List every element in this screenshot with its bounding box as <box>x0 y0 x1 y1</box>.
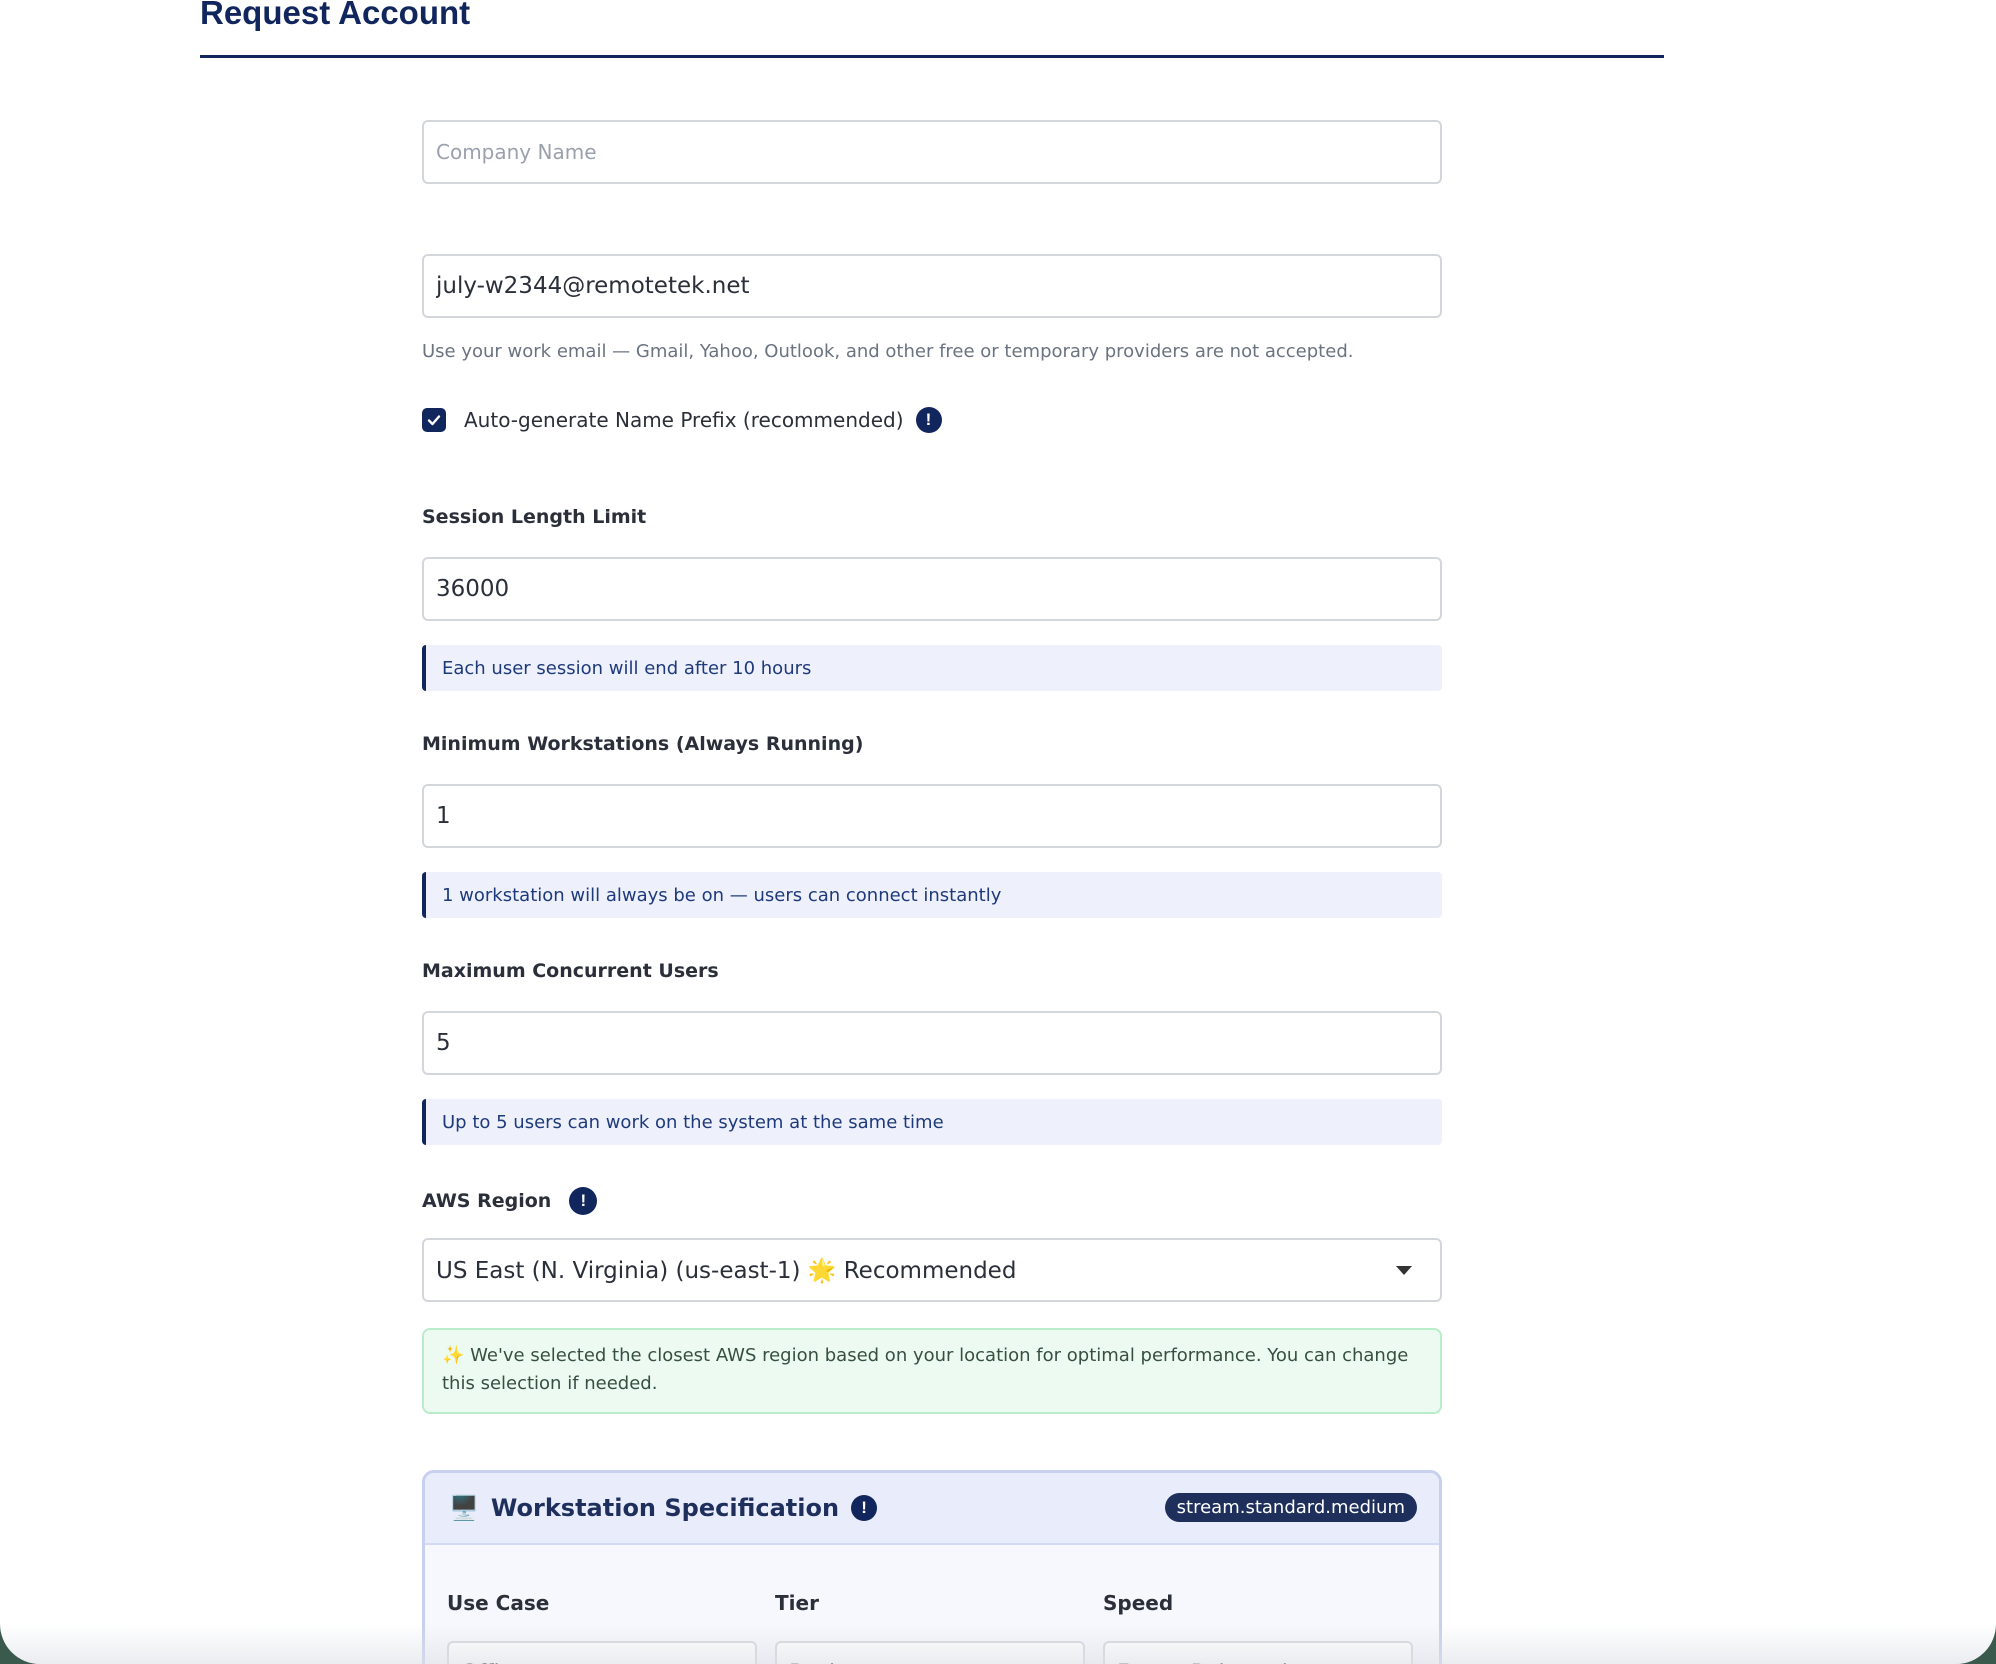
auto-prefix-label: Auto-generate Name Prefix (recommended) <box>464 408 904 432</box>
min-workstations-input[interactable] <box>422 784 1442 848</box>
use-case-label: Use Case <box>447 1591 550 1615</box>
chevron-down-icon <box>1396 1265 1412 1275</box>
use-case-select[interactable]: Office <box>447 1641 757 1664</box>
checkmark-icon <box>427 415 441 426</box>
browser-window: Request Account Use your work email — Gm… <box>0 0 1996 1664</box>
workstation-spec-title: Workstation Specification <box>490 1494 840 1522</box>
speed-select[interactable]: Faster Rebound <box>1103 1641 1413 1664</box>
auto-prefix-checkbox[interactable] <box>422 408 446 432</box>
auto-prefix-row: Auto-generate Name Prefix (recommended) … <box>422 407 942 433</box>
session-length-input[interactable] <box>422 557 1442 621</box>
info-icon[interactable]: ! <box>915 407 942 433</box>
company-name-input[interactable] <box>422 120 1442 184</box>
aws-region-label-row: AWS Region ! <box>422 1187 598 1215</box>
instance-type-badge: stream.standard.medium <box>1164 1493 1417 1522</box>
workstation-spec-card: 🖥️ Workstation Specification ! stream.st… <box>422 1470 1442 1664</box>
min-workstations-note: 1 workstation will always be on — users … <box>422 872 1442 918</box>
page-title: Request Account <box>200 0 471 31</box>
monitor-icon: 🖥️ <box>449 1494 479 1522</box>
aws-region-label: AWS Region <box>422 1190 552 1212</box>
min-workstations-label: Minimum Workstations (Always Running) <box>422 733 864 755</box>
email-input[interactable] <box>422 254 1442 318</box>
tier-label: Tier <box>775 1591 819 1615</box>
title-divider <box>200 55 1664 58</box>
session-length-label: Session Length Limit <box>422 506 647 528</box>
info-icon[interactable]: ! <box>851 1495 878 1521</box>
email-hint: Use your work email — Gmail, Yahoo, Outl… <box>422 341 1354 362</box>
max-users-label: Maximum Concurrent Users <box>422 960 719 982</box>
aws-region-select[interactable]: US East (N. Virginia) (us-east-1) 🌟 Reco… <box>422 1238 1442 1302</box>
region-auto-select-note: ✨ We've selected the closest AWS region … <box>422 1328 1442 1414</box>
tier-select[interactable]: Basic <box>775 1641 1085 1664</box>
max-users-input[interactable] <box>422 1011 1442 1075</box>
info-icon[interactable]: ! <box>569 1187 598 1215</box>
speed-label: Speed <box>1103 1591 1174 1615</box>
aws-region-selected: US East (N. Virginia) (us-east-1) 🌟 Reco… <box>436 1257 1017 1284</box>
max-users-note: Up to 5 users can work on the system at … <box>422 1099 1442 1145</box>
session-length-note: Each user session will end after 10 hour… <box>422 645 1442 691</box>
workstation-spec-header: 🖥️ Workstation Specification ! stream.st… <box>425 1473 1439 1545</box>
